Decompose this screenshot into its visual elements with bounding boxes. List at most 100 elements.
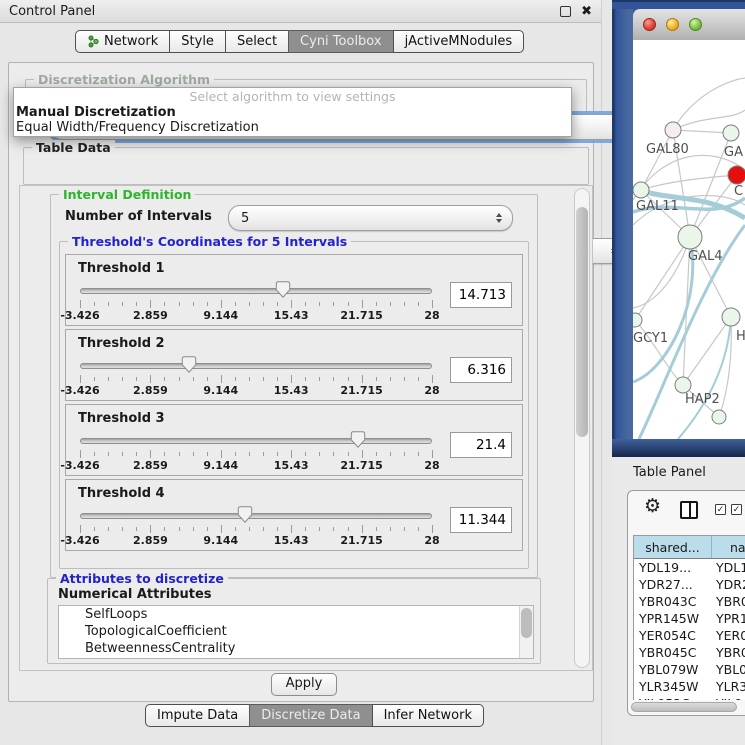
column-header-name[interactable]: na — [712, 536, 745, 558]
cell-shared-name[interactable]: YBL079W — [634, 662, 712, 677]
cell-shared-name[interactable]: YER054C — [634, 628, 712, 643]
threshold-slider[interactable]: -3.4262.8599.14415.4321.71528 — [78, 428, 438, 478]
threshold-value-input[interactable] — [450, 357, 512, 383]
close-icon[interactable]: ✖ — [581, 5, 592, 18]
node-attribute-table[interactable]: shared... na YDL19...YDL1YDR27...YDR2YBR… — [633, 535, 745, 700]
tab-infer-network[interactable]: Infer Network — [372, 704, 484, 727]
dropdown-option-manual-discretization[interactable]: Manual Discretization — [14, 105, 571, 120]
slider-track[interactable] — [80, 513, 432, 519]
threshold-value-input[interactable] — [450, 507, 512, 533]
tick-label: 9.144 — [203, 384, 238, 397]
minor-tick — [179, 377, 180, 381]
minor-tick — [418, 302, 419, 306]
tab-select[interactable]: Select — [225, 30, 289, 53]
node-gal11[interactable] — [633, 182, 649, 198]
attribute-list-item[interactable]: SelfLoops — [59, 606, 533, 623]
network-canvas[interactable]: GAL80 GA C GAL11 GAL4 GCY1 H HAP2 — [633, 40, 745, 439]
horizontal-scrollbar-thumb[interactable] — [631, 702, 737, 712]
list-scrollbar-thumb[interactable] — [521, 608, 532, 638]
cell-shared-name[interactable]: YDL19... — [634, 560, 712, 575]
cell-name[interactable]: YDR2 — [712, 577, 745, 592]
minor-tick — [319, 302, 320, 306]
checkbox-icon[interactable]: ✓ — [715, 504, 726, 515]
list-scrollbar[interactable] — [519, 606, 533, 658]
table-row[interactable]: YPR145WYPR1 — [634, 610, 745, 627]
threshold-slider[interactable]: -3.4262.8599.14415.4321.71528 — [78, 353, 438, 403]
float-window-icon[interactable] — [560, 6, 571, 17]
tab-jactivemnodules[interactable]: jActiveMNodules — [393, 30, 525, 53]
node-bottom[interactable] — [712, 410, 726, 424]
table-row[interactable]: YDL19...YDL1 — [634, 559, 745, 576]
attribute-list-item[interactable]: TopologicalCoefficient — [59, 623, 533, 640]
cell-shared-name[interactable]: YDR27... — [634, 577, 712, 592]
table-row[interactable]: YER054CYER0 — [634, 627, 745, 644]
numerical-attributes-list[interactable]: SelfLoopsTopologicalCoefficientBetweenne… — [58, 605, 534, 659]
threshold-slider[interactable]: -3.4262.8599.14415.4321.71528 — [78, 503, 438, 553]
network-window-titlebar[interactable] — [633, 9, 745, 41]
threshold-value-input[interactable] — [450, 282, 512, 308]
cell-shared-name[interactable]: YLR345W — [634, 679, 712, 694]
node-hap2[interactable] — [675, 377, 691, 393]
cell-name[interactable]: YBR0 — [712, 645, 745, 660]
slider-track[interactable] — [80, 288, 432, 294]
table-row[interactable]: YDR27...YDR2 — [634, 576, 745, 593]
slider-thumb[interactable] — [276, 281, 291, 298]
minor-tick — [207, 377, 208, 381]
node-gcy1[interactable] — [633, 313, 642, 327]
dropdown-option-equal-width-frequency[interactable]: Equal Width/Frequency Discretization — [14, 120, 571, 135]
cell-name[interactable]: YIL0 — [712, 696, 745, 700]
vertical-scrollbar[interactable] — [574, 188, 590, 668]
cell-name[interactable]: YLR3 — [712, 679, 745, 694]
cell-name[interactable]: YBR0 — [712, 594, 745, 609]
slider-track[interactable] — [80, 363, 432, 369]
slider-track[interactable] — [80, 438, 432, 444]
minor-tick — [418, 377, 419, 381]
tab-impute-data[interactable]: Impute Data — [145, 704, 250, 727]
cell-name[interactable]: YER0 — [712, 628, 745, 643]
checkbox-icon[interactable]: ✓ — [731, 504, 742, 515]
gear-icon[interactable]: ⚙ — [644, 497, 661, 516]
table-row[interactable]: YBR045CYBR0 — [634, 644, 745, 661]
cell-shared-name[interactable]: YIL052C — [634, 696, 712, 700]
cell-shared-name[interactable]: YBR043C — [634, 594, 712, 609]
minor-tick — [136, 527, 137, 531]
minimize-traffic-light-icon[interactable] — [666, 18, 679, 31]
number-of-intervals-select[interactable]: 5 — [228, 205, 513, 231]
cell-name[interactable]: YBL0 — [712, 662, 745, 677]
attributes-to-discretize-group: Attributes to discretize Numerical Attri… — [47, 578, 541, 664]
apply-button[interactable]: Apply — [271, 673, 337, 696]
cell-name[interactable]: YPR1 — [712, 611, 745, 626]
vertical-scrollbar-thumb[interactable] — [576, 207, 588, 437]
tab-style[interactable]: Style — [169, 30, 226, 53]
threshold-panel: Threshold 4 -3.4262.8599.14415.4321.7152… — [65, 479, 523, 551]
tab-cyni-toolbox[interactable]: Cyni Toolbox — [288, 30, 394, 53]
slider-thumb[interactable] — [238, 506, 253, 523]
tab-network[interactable]: Network — [75, 30, 170, 53]
table-row[interactable]: YIL052CYIL0 — [634, 695, 745, 700]
column-header-shared-name[interactable]: shared... — [634, 536, 712, 558]
node-gal80[interactable] — [665, 122, 681, 138]
threshold-slider[interactable]: -3.4262.8599.14415.4321.71528 — [78, 278, 438, 328]
column-layout-icon[interactable] — [680, 501, 698, 519]
node-table-panel: ⚙ ✓ ✓ shared... na YDL19...YDL1YDR27...Y… — [627, 490, 745, 716]
table-row[interactable]: YBR043CYBR0 — [634, 593, 745, 610]
zoom-traffic-light-icon[interactable] — [689, 18, 702, 31]
attribute-list-item[interactable]: BetweennessCentrality — [59, 640, 533, 657]
slider-thumb[interactable] — [351, 431, 366, 448]
tab-discretize-data[interactable]: Discretize Data — [249, 704, 372, 727]
cell-shared-name[interactable]: YBR045C — [634, 645, 712, 660]
threshold-value-input[interactable] — [450, 432, 512, 458]
minor-tick — [305, 302, 306, 306]
tab-label: jActiveMNodules — [405, 34, 513, 49]
cell-shared-name[interactable]: YPR145W — [634, 611, 712, 626]
table-row[interactable]: YLR345WYLR3 — [634, 678, 745, 695]
node-top-right[interactable] — [723, 125, 739, 141]
minor-tick — [108, 302, 109, 306]
node-right-mid[interactable] — [722, 308, 740, 326]
node-red-selected[interactable] — [728, 166, 745, 184]
close-traffic-light-icon[interactable] — [643, 18, 656, 31]
cell-name[interactable]: YDL1 — [712, 560, 745, 575]
table-row[interactable]: YBL079WYBL0 — [634, 661, 745, 678]
slider-thumb[interactable] — [182, 356, 197, 373]
node-gal4[interactable] — [678, 225, 702, 249]
